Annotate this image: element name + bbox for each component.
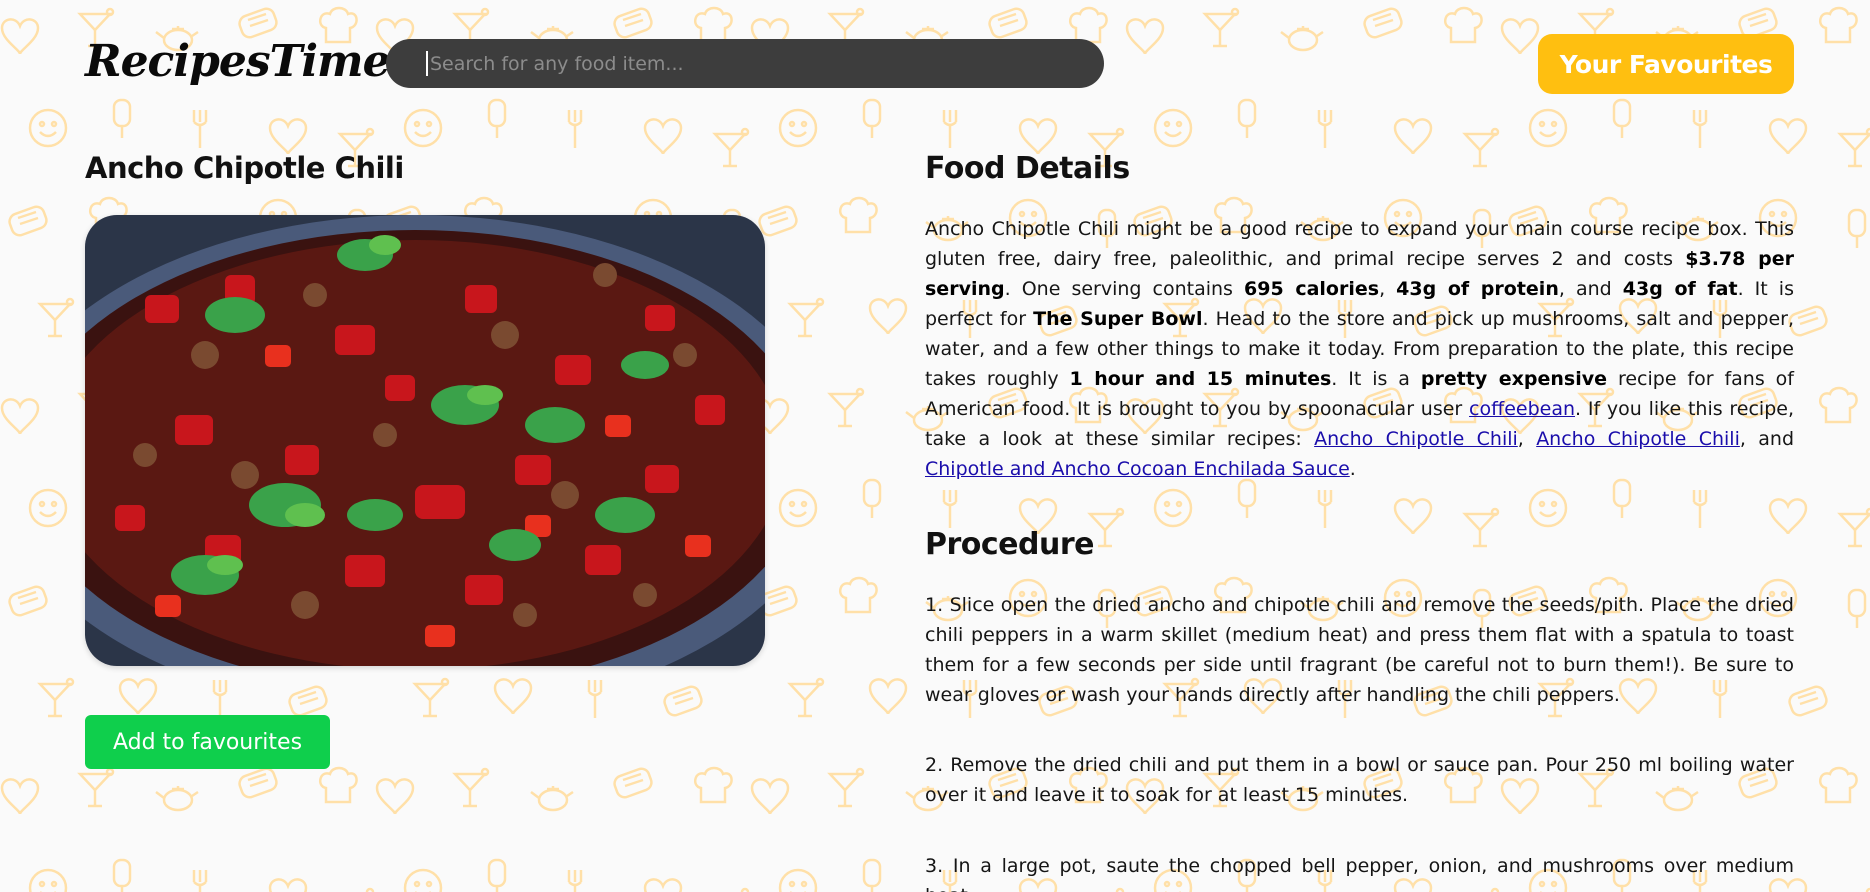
procedure-heading: Procedure xyxy=(925,527,1095,562)
procedure-step: 3. In a large pot, saute the chopped bel… xyxy=(925,855,1794,892)
procedure-step: 1. Slice open the dried ancho and chipot… xyxy=(925,594,1794,706)
recipe-image xyxy=(85,215,765,666)
site-logo[interactable]: RecipesTime xyxy=(85,36,391,87)
recipe-page: RecipesTime Your Favourites Ancho Chipot… xyxy=(0,0,1870,892)
text-cursor xyxy=(426,51,428,76)
your-favourites-button[interactable]: Your Favourites xyxy=(1538,34,1794,94)
similar-recipe-link-3[interactable]: Chipotle and Ancho Cocoan Enchilada Sauc… xyxy=(925,458,1350,480)
food-details-summary: Ancho Chipotle Chili might be a good rec… xyxy=(925,218,1795,480)
user-link[interactable]: coffeebean xyxy=(1469,398,1575,420)
add-to-favourites-button[interactable]: Add to favourites xyxy=(85,715,330,769)
recipe-title: Ancho Chipotle Chili xyxy=(85,151,404,185)
similar-recipe-link-2[interactable]: Ancho Chipotle Chili xyxy=(1536,428,1740,450)
search-input[interactable] xyxy=(426,52,1066,75)
procedure-step: 2. Remove the dried chili and put them i… xyxy=(925,754,1794,806)
search-bar[interactable] xyxy=(386,39,1104,88)
food-details-heading: Food Details xyxy=(925,151,1130,186)
similar-recipe-link-1[interactable]: Ancho Chipotle Chili xyxy=(1314,428,1518,450)
